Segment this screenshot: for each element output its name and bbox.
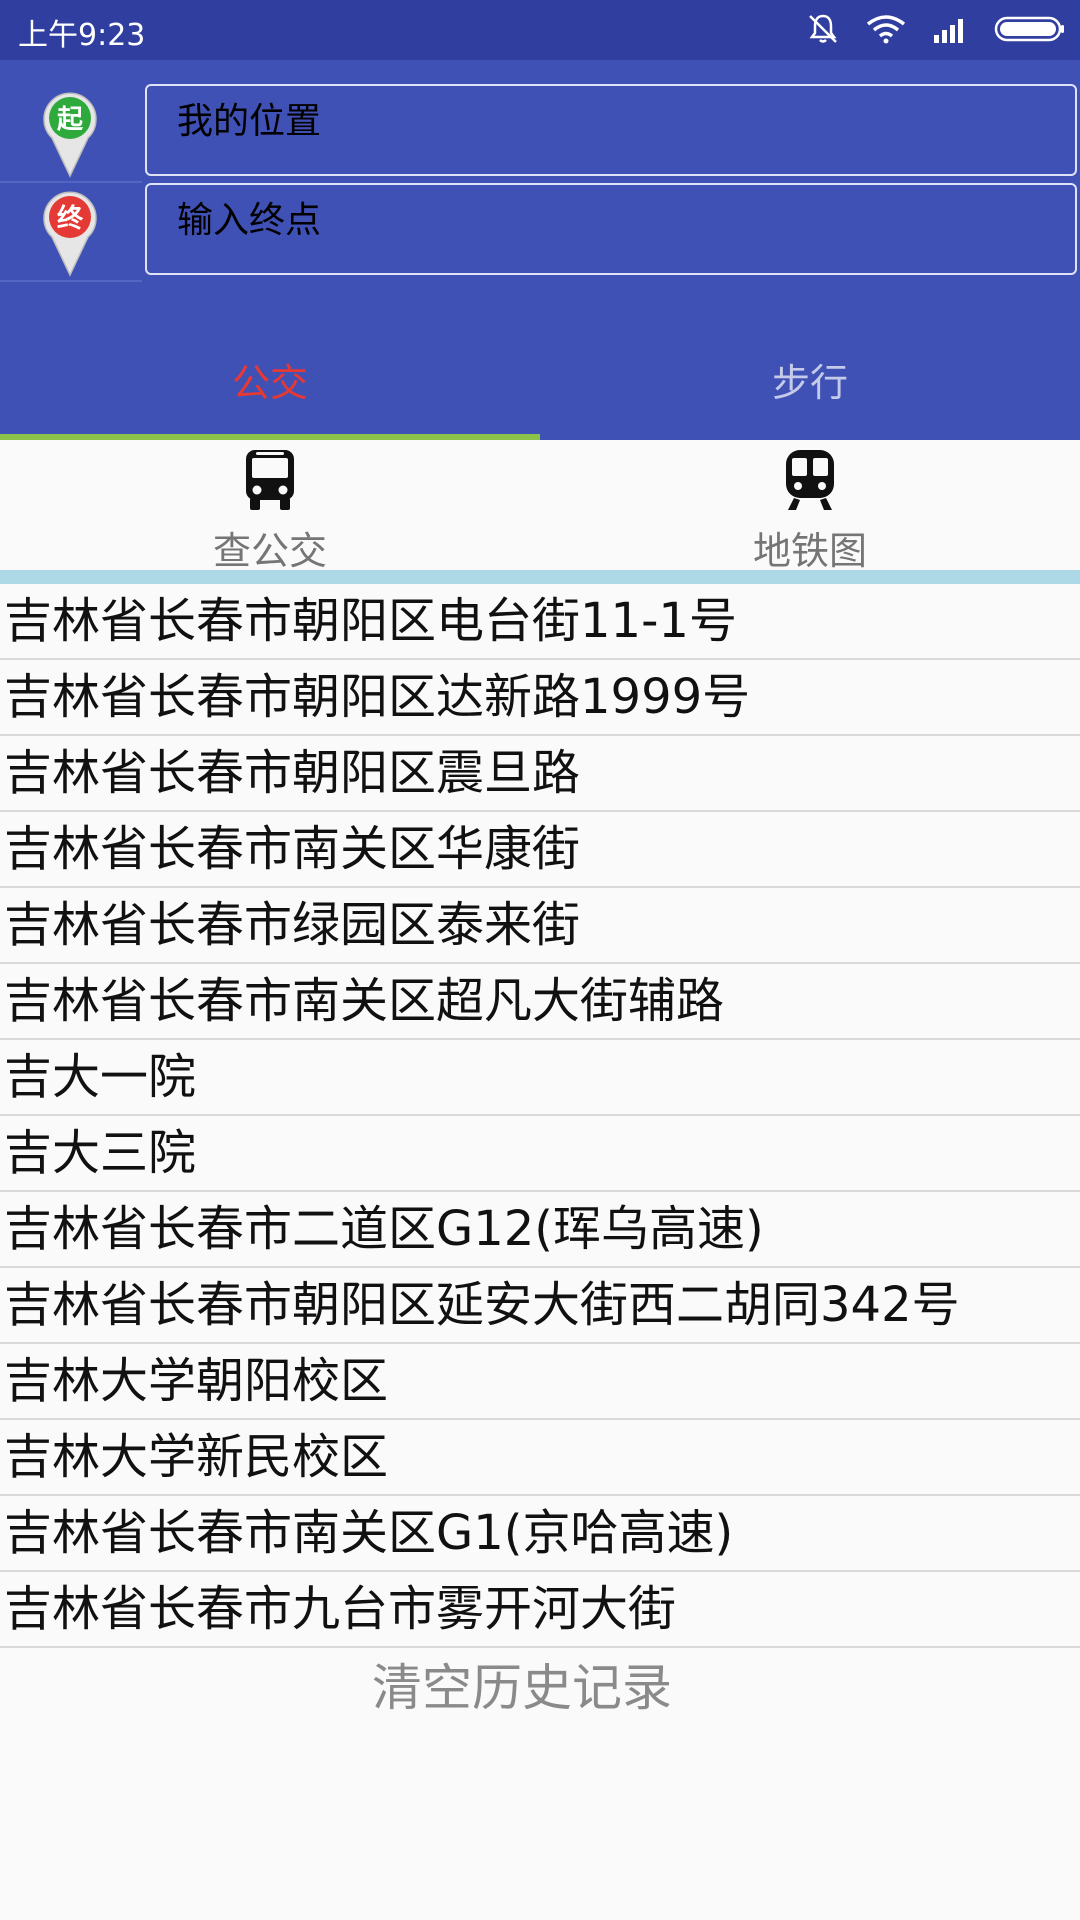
battery-icon: [994, 16, 1064, 42]
status-icons: [806, 12, 1066, 46]
row-divider: [0, 280, 142, 282]
end-row: 终 输入终点: [0, 183, 1080, 281]
clear-history-button[interactable]: 清空历史记录: [0, 1648, 1044, 1728]
subway-map-button[interactable]: 地铁图: [540, 440, 1080, 573]
destination-input[interactable]: 输入终点: [145, 183, 1077, 275]
history-item[interactable]: 吉林省长春市朝阳区电台街11-1号: [0, 584, 1080, 660]
history-list: 吉林省长春市朝阳区电台街11-1号 吉林省长春市朝阳区达新路1999号 吉林省长…: [0, 584, 1080, 1648]
section-divider: [0, 570, 1080, 584]
history-item[interactable]: 吉林省长春市绿园区泰来街: [0, 888, 1080, 964]
subway-icon: [786, 450, 834, 510]
history-item[interactable]: 吉林省长春市九台市雾开河大街: [0, 1572, 1080, 1648]
end-marker-label: 终: [57, 203, 84, 234]
history-item[interactable]: 吉大三院: [0, 1116, 1080, 1192]
history-item[interactable]: 吉林大学朝阳校区: [0, 1344, 1080, 1420]
history-item[interactable]: 吉大一院: [0, 1040, 1080, 1116]
start-marker-label: 起: [57, 105, 84, 135]
end-pin-icon: 终: [43, 191, 97, 277]
history-item[interactable]: 吉林省长春市朝阳区达新路1999号: [0, 660, 1080, 736]
history-item[interactable]: 吉林省长春市南关区G1(京哈高速): [0, 1496, 1080, 1572]
bus-query-button[interactable]: 查公交: [0, 440, 540, 573]
mute-icon: [809, 14, 837, 43]
route-header: 起 我的位置 终 输入终点 公交 步行: [0, 60, 1080, 440]
history-item[interactable]: 吉林省长春市二道区G12(珲乌高速): [0, 1192, 1080, 1268]
start-row: 起 我的位置: [0, 84, 1080, 182]
signal-icon: [934, 19, 963, 43]
mode-tabs: 公交 步行: [0, 340, 1080, 440]
quick-actions: 查公交 地铁图: [0, 440, 1080, 573]
wifi-icon: [866, 15, 906, 44]
tab-bus[interactable]: 公交: [0, 340, 540, 434]
bus-query-label: 查公交: [212, 529, 327, 573]
history-item[interactable]: 吉林省长春市南关区超凡大街辅路: [0, 964, 1080, 1040]
history-item[interactable]: 吉林省长春市南关区华康街: [0, 812, 1080, 888]
subway-map-label: 地铁图: [752, 529, 867, 573]
status-bar: 上午9:23: [0, 0, 1080, 60]
bus-icon: [246, 450, 294, 510]
history-item[interactable]: 吉林大学新民校区: [0, 1420, 1080, 1496]
status-time: 上午9:23: [18, 18, 146, 53]
history-item[interactable]: 吉林省长春市朝阳区震旦路: [0, 736, 1080, 812]
history-item[interactable]: 吉林省长春市朝阳区延安大街西二胡同342号: [0, 1268, 1080, 1344]
start-pin-icon: 起: [43, 92, 97, 178]
tab-walk[interactable]: 步行: [540, 340, 1080, 434]
start-location-field[interactable]: 我的位置: [145, 84, 1077, 176]
